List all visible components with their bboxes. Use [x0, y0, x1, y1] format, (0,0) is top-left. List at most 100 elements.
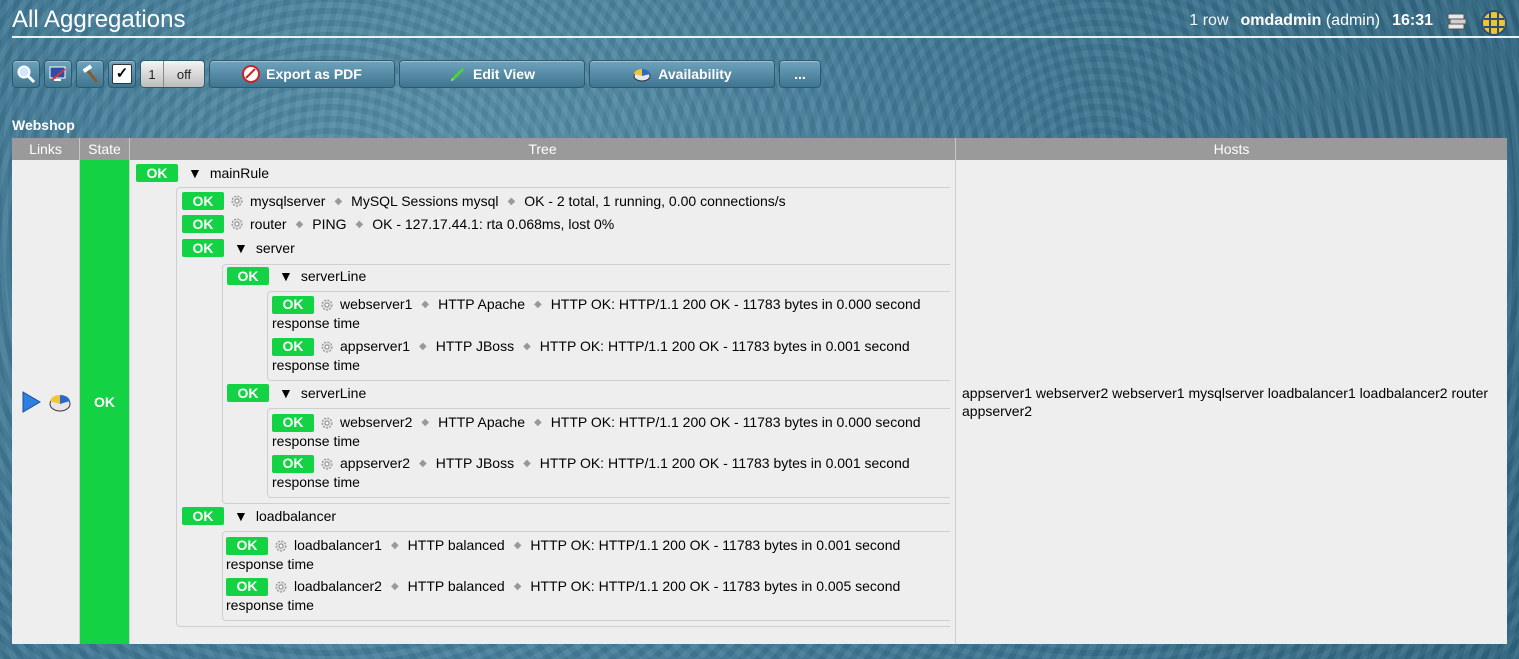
plugin-output: HTTP OK: HTTP/1.1 200 OK - 11783 bytes i… [550, 296, 921, 312]
user-info[interactable]: omdadmin (admin) [1241, 12, 1381, 30]
separator: ◆ [355, 218, 364, 230]
service-link[interactable]: HTTP Apache [438, 413, 525, 432]
books-icon[interactable] [1445, 10, 1469, 32]
gear-icon[interactable] [320, 340, 334, 354]
state-cell: OK [80, 160, 130, 644]
state-badge: OK [272, 295, 314, 314]
host-link[interactable]: appserver1 [340, 337, 410, 356]
table-row: OK OK ▼ mainRule OK mysqlserver ◆ MySQL … [12, 160, 1507, 644]
off-toggle[interactable]: off [164, 61, 204, 87]
host-link[interactable]: webserver1 [340, 295, 412, 314]
view-toolbar: ✓ 1 off Export as PDF Edit View Availabi… [12, 60, 821, 88]
column-header-hosts[interactable]: Hosts [956, 138, 1507, 160]
tree-node-serverline-1[interactable]: OK ▼ serverLine [227, 267, 366, 285]
service-link[interactable]: HTTP JBoss [436, 337, 514, 356]
state-badge: OK [182, 239, 224, 257]
host-link[interactable]: router [250, 216, 287, 232]
filter-button[interactable] [12, 60, 40, 88]
user-role: (admin) [1325, 12, 1381, 29]
collapse-triangle-icon[interactable]: ▼ [234, 240, 248, 256]
gear-icon[interactable] [320, 416, 334, 430]
edit-view-button[interactable]: Edit View [399, 60, 585, 88]
gear-icon[interactable] [274, 580, 288, 594]
host-link[interactable]: loadbalancer2 [294, 577, 382, 596]
gear-icon[interactable] [230, 217, 244, 231]
collapse-triangle-icon[interactable]: ▼ [188, 165, 202, 181]
checkboxes-toggle-button[interactable]: ✓ [108, 60, 136, 88]
state-badge: OK [136, 164, 178, 182]
username: omdadmin [1240, 12, 1322, 29]
export-pdf-button[interactable]: Export as PDF [209, 60, 395, 88]
commands-button[interactable] [76, 60, 104, 88]
host-link[interactable]: appserver2 [340, 454, 410, 473]
clock: 16:31 [1392, 12, 1433, 29]
state-badge: OK [182, 192, 224, 210]
availability-label: Availability [658, 66, 732, 82]
plugin-output: HTTP OK: HTTP/1.1 200 OK - 11783 bytes i… [539, 338, 910, 354]
gear-icon[interactable] [320, 298, 334, 312]
num-columns-toggle[interactable]: 1 off [140, 60, 205, 88]
column-header-tree[interactable]: Tree [130, 138, 956, 160]
host-link[interactable]: webserver2 [340, 413, 412, 432]
pencil-icon [450, 67, 465, 82]
tree-node-mainrule[interactable]: OK ▼ mainRule [136, 164, 269, 182]
plugin-output-continued: response time [226, 556, 314, 572]
gear-icon[interactable] [274, 539, 288, 553]
availability-icon [633, 69, 651, 82]
collapse-triangle-icon[interactable]: ▼ [279, 385, 293, 401]
host-link[interactable]: mysqlserver [250, 193, 325, 209]
plugin-output: HTTP OK: HTTP/1.1 200 OK - 11783 bytes i… [550, 414, 921, 430]
omd-logo-icon[interactable] [1481, 10, 1507, 36]
tree-node-loadbalancer[interactable]: OK ▼ loadbalancer [182, 507, 336, 525]
plugin-output-continued: response time [272, 433, 360, 449]
display-options-button[interactable] [44, 60, 72, 88]
aggregations-table: Links State Tree Hosts OK OK ▼ mainRule … [12, 138, 1507, 644]
tree-cell: OK ▼ mainRule OK mysqlserver ◆ MySQL Ses… [130, 160, 956, 644]
edit-view-label: Edit View [473, 66, 535, 82]
service-link[interactable]: MySQL Sessions mysql [351, 193, 498, 209]
separator: ◆ [390, 540, 399, 551]
service-link[interactable]: HTTP Apache [438, 295, 525, 314]
more-button[interactable]: ... [779, 60, 821, 88]
tree-leaf-mysqlserver: OK mysqlserver ◆ MySQL Sessions mysql ◆ … [182, 192, 786, 210]
links-cell [12, 160, 80, 644]
host-link[interactable]: loadbalancer1 [294, 536, 382, 555]
collapse-triangle-icon[interactable]: ▼ [279, 268, 293, 284]
gear-icon[interactable] [230, 194, 244, 208]
tree-node-server[interactable]: OK ▼ server [182, 239, 295, 257]
service-link[interactable]: HTTP JBoss [436, 454, 514, 473]
state-badge: OK [272, 413, 314, 432]
plugin-output-continued: response time [272, 474, 360, 490]
node-label: server [255, 240, 295, 256]
column-header-links[interactable]: Links [12, 138, 80, 160]
title-bar: All Aggregations 1 row omdadmin (admin) … [0, 0, 1519, 38]
separator: ◆ [507, 195, 516, 207]
state-badge: OK [227, 267, 269, 285]
separator: ◆ [513, 540, 522, 551]
tree-leaf-appserver2: OK appserver2 ◆ HTTP JBoss ◆ HTTP OK: HT… [272, 454, 910, 492]
tree-node-serverline-2[interactable]: OK ▼ serverLine [227, 384, 366, 402]
column-header-state[interactable]: State [80, 138, 130, 160]
gear-icon[interactable] [320, 457, 334, 471]
separator: ◆ [513, 581, 522, 592]
tree-leaf-router: OK router ◆ PING ◆ OK - 127.17.44.1: rta… [182, 215, 614, 233]
node-label: serverLine [300, 385, 367, 401]
header-status: 1 row omdadmin (admin) 16:31 [1189, 10, 1507, 36]
availability-icon[interactable] [48, 391, 72, 413]
service-link[interactable]: HTTP balanced [408, 577, 505, 596]
play-icon[interactable] [20, 390, 42, 414]
search-icon [16, 64, 36, 84]
plugin-output: HTTP OK: HTTP/1.1 200 OK - 11783 bytes i… [530, 537, 901, 553]
availability-button[interactable]: Availability [589, 60, 775, 88]
separator: ◆ [419, 341, 427, 352]
table-header: Links State Tree Hosts [12, 138, 1507, 160]
separator: ◆ [390, 581, 399, 592]
count-value[interactable]: 1 [141, 61, 164, 87]
aggregation-group-title: Webshop [12, 117, 75, 133]
collapse-triangle-icon[interactable]: ▼ [234, 508, 248, 524]
service-link[interactable]: HTTP balanced [408, 536, 505, 555]
state-badge: OK [272, 454, 314, 473]
state-badge: OK [227, 384, 269, 402]
service-link[interactable]: PING [312, 216, 346, 232]
pdf-icon [242, 65, 261, 83]
